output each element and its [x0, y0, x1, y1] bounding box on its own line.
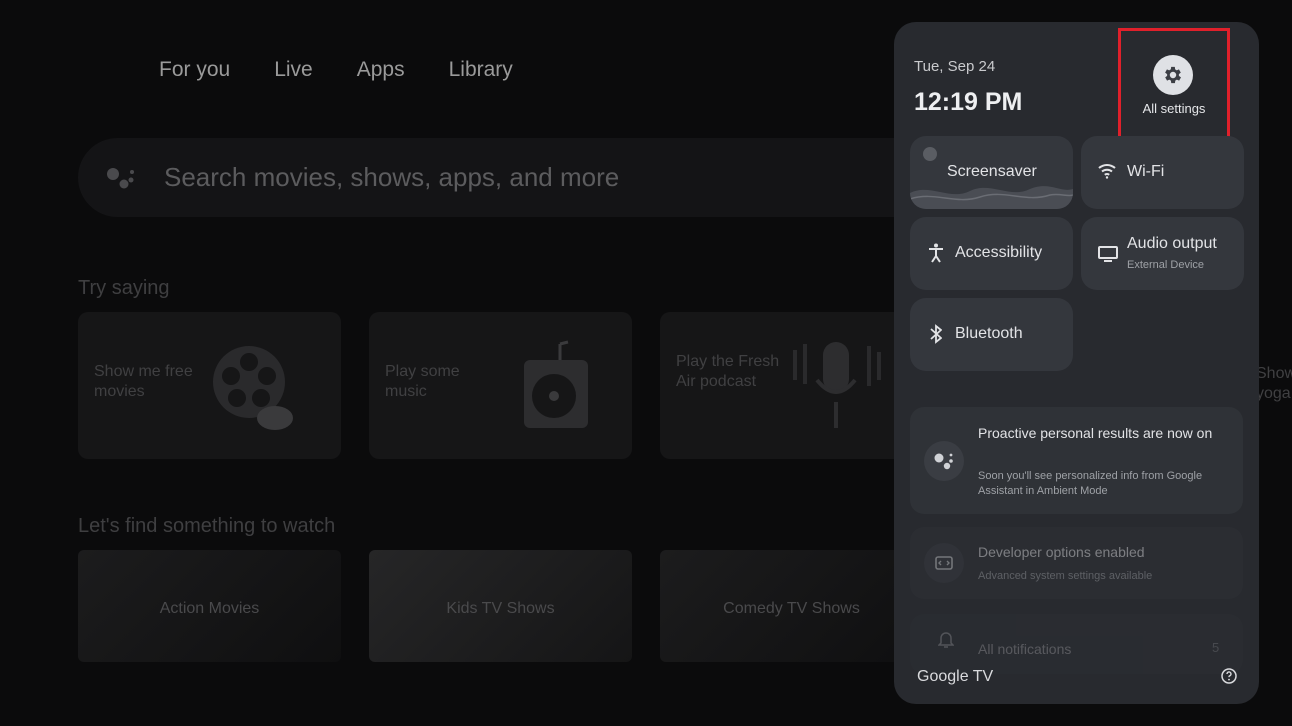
search-placeholder: Search movies, shows, apps, and more: [164, 162, 620, 192]
screensaver-tile[interactable]: Screensaver: [910, 136, 1073, 209]
category-label: Kids TV Shows: [446, 600, 555, 617]
suggestion-text: Play some music: [385, 363, 460, 400]
wifi-icon: [1098, 164, 1116, 179]
notification-body: Advanced system settings available: [978, 570, 1153, 582]
developer-options-icon: [935, 556, 953, 570]
notification-title: Proactive personal results are now on: [978, 425, 1213, 441]
search-bar[interactable]: Search movies, shows, apps, and more: [78, 138, 938, 217]
google-assistant-icon: [107, 168, 134, 189]
bluetooth-tile[interactable]: Bluetooth: [910, 298, 1073, 371]
notification-icon-wrap: [924, 543, 964, 583]
bluetooth-icon: [930, 324, 942, 344]
date-label: Tue, Sep 24: [914, 58, 996, 75]
notification-body: Soon you'll see personalized info from G…: [978, 470, 1203, 497]
tab-apps[interactable]: Apps: [357, 58, 405, 82]
help-icon[interactable]: [1221, 668, 1237, 684]
category-card[interactable]: Comedy TV Shows: [660, 550, 923, 662]
tab-live[interactable]: Live: [274, 58, 313, 82]
brand-label: Google TV: [917, 668, 994, 685]
notification-title: All notifications: [978, 641, 1072, 657]
google-assistant-icon: [934, 453, 953, 470]
tab-library[interactable]: Library: [449, 58, 513, 82]
accessibility-tile[interactable]: Accessibility: [910, 217, 1073, 290]
accessibility-label: Accessibility: [955, 244, 1043, 261]
suggestion-text: Show me free movies: [94, 363, 193, 400]
tab-for-you[interactable]: For you: [159, 58, 230, 82]
suggestion-card[interactable]: Show me free movies: [78, 312, 341, 459]
clock: 12:19 PM: [914, 88, 1023, 116]
category-card[interactable]: Action Movies: [78, 550, 341, 662]
all-notifications-row[interactable]: All notifications: [910, 614, 1243, 674]
microphone-icon: [793, 342, 881, 428]
notification-card[interactable]: Developer options enabled Advanced syste…: [910, 527, 1243, 599]
try-saying-heading: Try saying: [78, 277, 170, 299]
highlight-box: [1118, 28, 1230, 139]
turntable-icon: [524, 340, 588, 428]
screensaver-icon: [923, 147, 937, 161]
quick-settings-panel: Tue, Sep 24 12:19 PM All settings Screen…: [894, 22, 1259, 704]
wifi-tile[interactable]: Wi-Fi: [1081, 136, 1244, 209]
suggestion-text: Play the Fresh Air podcast: [676, 353, 780, 390]
notification-count: 5: [1212, 640, 1220, 655]
suggestion-card-peek: Show yoga: [1256, 365, 1292, 402]
category-card[interactable]: Kids TV Shows: [369, 550, 632, 662]
category-label: Action Movies: [159, 600, 260, 617]
audio-output-label: Audio output: [1127, 235, 1217, 252]
audio-output-tile[interactable]: Audio output External Device: [1081, 217, 1244, 290]
notification-icon-wrap: [924, 441, 964, 481]
wifi-label: Wi-Fi: [1127, 163, 1165, 180]
notification-card[interactable]: Proactive personal results are now on So…: [910, 407, 1243, 514]
audio-output-sub: External Device: [1127, 259, 1205, 271]
bluetooth-label: Bluetooth: [955, 325, 1023, 342]
tv-icon: [1098, 246, 1118, 262]
film-reel-icon: [213, 346, 293, 430]
category-label: Comedy TV Shows: [723, 600, 860, 617]
watch-heading: Let's find something to watch: [78, 515, 336, 537]
wave-graphic: [910, 186, 1073, 209]
top-nav: For you Live Apps Library: [159, 58, 557, 82]
accessibility-icon: [929, 243, 943, 263]
notification-title: Developer options enabled: [978, 544, 1145, 560]
suggestion-card[interactable]: Play the Fresh Air podcast: [660, 312, 923, 459]
suggestion-card[interactable]: Play some music: [369, 312, 632, 459]
bell-icon: [938, 632, 954, 648]
